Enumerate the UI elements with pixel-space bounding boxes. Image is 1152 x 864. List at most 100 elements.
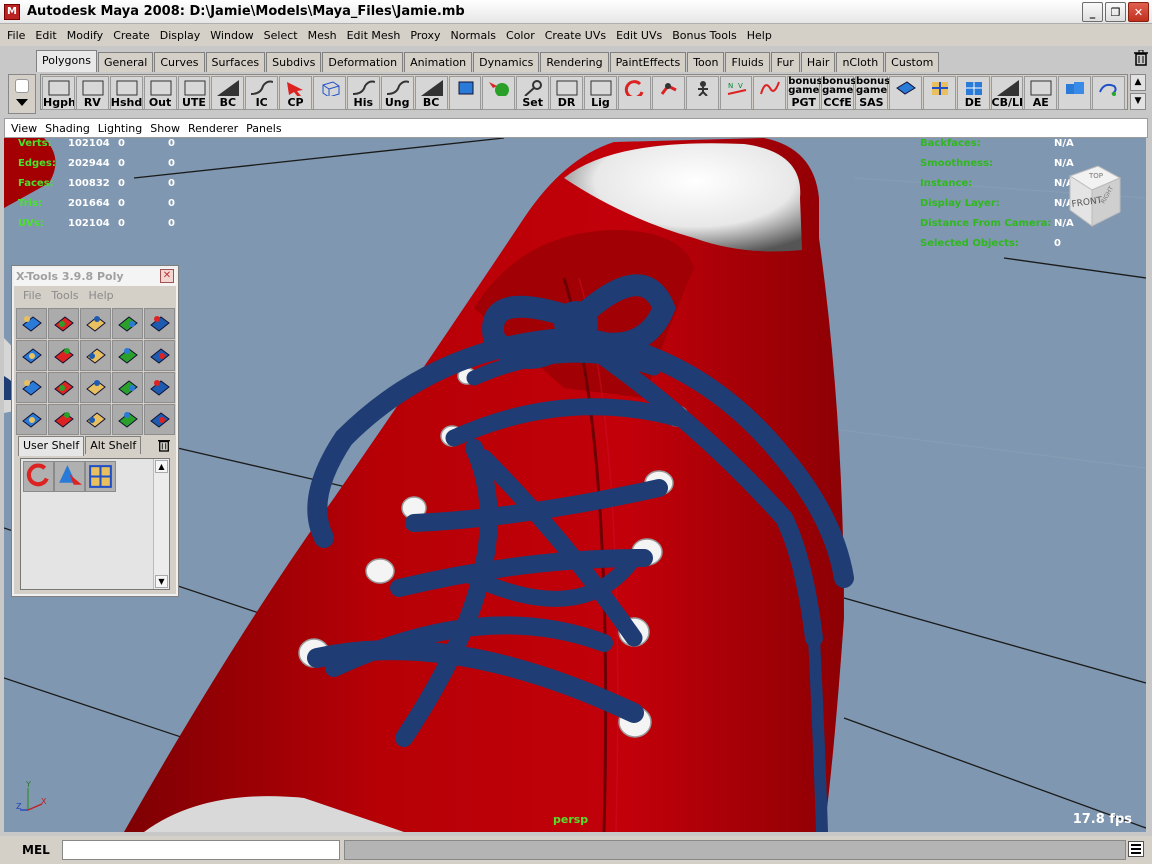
menu-bonus-tools[interactable]: Bonus Tools [667, 29, 742, 42]
xtools-tool-split[interactable] [48, 340, 79, 371]
tab-rendering[interactable]: Rendering [540, 52, 609, 72]
xtools-tool-sphere[interactable] [48, 404, 79, 435]
xtools-tool-plane[interactable] [80, 308, 111, 339]
menu-mesh[interactable]: Mesh [303, 29, 342, 42]
shelf-scroll-up-button[interactable]: ▲ [1130, 74, 1146, 91]
user-shelf-button-red-loop[interactable] [23, 461, 54, 492]
xtools-tool-cube[interactable] [16, 404, 47, 435]
tab-painteffects[interactable]: PaintEffects [609, 52, 687, 72]
xtools-tool-line-plane[interactable] [144, 308, 175, 339]
trash-icon[interactable] [1134, 50, 1148, 66]
panel-menu-view[interactable]: View [7, 122, 41, 135]
scroll-down-icon[interactable]: ▼ [155, 575, 168, 588]
xtools-menu-file[interactable]: File [18, 289, 46, 302]
menu-file[interactable]: File [2, 29, 30, 42]
menu-select[interactable]: Select [259, 29, 303, 42]
xtools-tool-uv-layout[interactable] [16, 308, 47, 339]
tab-subdivs[interactable]: Subdivs [266, 52, 322, 72]
xtools-menu-tools[interactable]: Tools [46, 289, 83, 302]
panel-menu-shading[interactable]: Shading [41, 122, 94, 135]
xtools-tool-grid-plane[interactable] [112, 308, 143, 339]
shelf-button-path[interactable] [1092, 76, 1125, 110]
xtools-close-button[interactable]: ✕ [160, 269, 174, 283]
tab-ncloth[interactable]: nCloth [836, 52, 885, 72]
tab-hair[interactable]: Hair [800, 52, 836, 72]
menu-normals[interactable]: Normals [445, 29, 501, 42]
shelf-button-hgph[interactable]: Hgph [42, 76, 75, 110]
shelf-button-de[interactable]: DE [956, 76, 990, 110]
tab-curves[interactable]: Curves [154, 52, 205, 72]
view-cube-icon[interactable]: TOP FRONT RIGHT [1058, 162, 1130, 232]
shelf-button-bc[interactable]: BC [211, 76, 245, 110]
shelf-button-red-loop[interactable] [617, 76, 651, 110]
close-button[interactable]: ✕ [1128, 2, 1149, 22]
shelf-button-hshd[interactable]: Hshd [109, 76, 143, 110]
xtools-tool-grid-select[interactable] [48, 308, 79, 339]
xtools-menu-help[interactable]: Help [84, 289, 119, 302]
xtools-tool-extrude[interactable] [80, 340, 111, 371]
shelf-button-sas[interactable]: bonus game SAS [855, 76, 890, 110]
xtools-tool-pole[interactable] [48, 372, 79, 403]
mel-command-input[interactable] [62, 840, 340, 860]
xtools-tab-alt-shelf[interactable]: Alt Shelf [85, 436, 142, 454]
menu-help[interactable]: Help [742, 29, 777, 42]
script-editor-icon[interactable] [1128, 841, 1144, 857]
shelf-button-nvu[interactable]: NV [719, 76, 753, 110]
shelf-button-blue-blocks[interactable] [1058, 76, 1092, 110]
panel-menu-panels[interactable]: Panels [242, 122, 285, 135]
shelf-button-red-curve[interactable] [753, 76, 787, 110]
shelf-button-figure[interactable] [685, 76, 719, 110]
panel-menu-show[interactable]: Show [146, 122, 184, 135]
shelf-button-ic[interactable]: IC [245, 76, 279, 110]
shelf-button-ute[interactable]: UTE [177, 76, 211, 110]
shelf-button-ung[interactable]: Ung [380, 76, 414, 110]
shelf-button-his[interactable]: His [346, 76, 380, 110]
tab-fluids[interactable]: Fluids [725, 52, 770, 72]
xtools-tool-dots[interactable] [80, 404, 111, 435]
shelf-button-pgt[interactable]: bonus game PGT [787, 76, 822, 110]
menu-edit-mesh[interactable]: Edit Mesh [342, 29, 406, 42]
shelf-menu-button[interactable] [8, 74, 36, 114]
maximize-button[interactable]: ❐ [1105, 2, 1126, 22]
shelf-button-ae[interactable]: AE [1024, 76, 1058, 110]
shelf-button-red-joint[interactable] [651, 76, 685, 110]
shelf-button-cp[interactable]: CP [279, 76, 312, 110]
user-shelf-button-cone-arrow[interactable] [54, 461, 85, 492]
xtools-tool-cube-set[interactable] [16, 372, 47, 403]
tab-animation[interactable]: Animation [404, 52, 473, 72]
xtools-tool-cleanup[interactable] [144, 404, 175, 435]
shelf-button-uv-grid[interactable] [922, 76, 956, 110]
tab-toon[interactable]: Toon [687, 52, 725, 72]
shelf-button-blue-stack[interactable] [448, 76, 482, 110]
panel-menu-lighting[interactable]: Lighting [94, 122, 146, 135]
menu-display[interactable]: Display [155, 29, 206, 42]
xtools-tool-box[interactable] [80, 372, 111, 403]
tab-polygons[interactable]: Polygons [36, 50, 97, 72]
xtools-tool-scissors[interactable] [144, 372, 175, 403]
user-shelf-button-uv-grid[interactable] [85, 461, 116, 492]
tab-fur[interactable]: Fur [770, 52, 800, 72]
tab-surfaces[interactable]: Surfaces [205, 52, 266, 72]
menu-modify[interactable]: Modify [62, 29, 108, 42]
shelf-button-wire-cube[interactable] [313, 76, 346, 110]
tab-custom[interactable]: Custom [885, 52, 940, 72]
shelf-scroll-down-button[interactable]: ▼ [1130, 93, 1146, 110]
shelf-button-out[interactable]: Out [143, 76, 177, 110]
xtools-tool-sphere-cube[interactable] [112, 372, 143, 403]
shelf-button-dr[interactable]: DR [550, 76, 583, 110]
xtools-trash-icon[interactable] [158, 438, 170, 452]
shelf-button-sphere-arrow[interactable] [482, 76, 516, 110]
menu-proxy[interactable]: Proxy [405, 29, 445, 42]
shelf-button-cb-li[interactable]: CB/LI [990, 76, 1024, 110]
minimize-button[interactable]: _ [1082, 2, 1103, 22]
xtools-shelf-scrollbar[interactable]: ▲ ▼ [153, 459, 169, 589]
xtools-tool-ring[interactable] [112, 404, 143, 435]
menu-create-uvs[interactable]: Create UVs [540, 29, 611, 42]
menu-edit-uvs[interactable]: Edit UVs [611, 29, 667, 42]
scroll-up-icon[interactable]: ▲ [155, 460, 168, 473]
xtools-tool-cut[interactable] [16, 340, 47, 371]
xtools-tool-pins[interactable] [144, 340, 175, 371]
tab-dynamics[interactable]: Dynamics [473, 52, 540, 72]
menu-color[interactable]: Color [501, 29, 540, 42]
panel-menu-renderer[interactable]: Renderer [184, 122, 242, 135]
